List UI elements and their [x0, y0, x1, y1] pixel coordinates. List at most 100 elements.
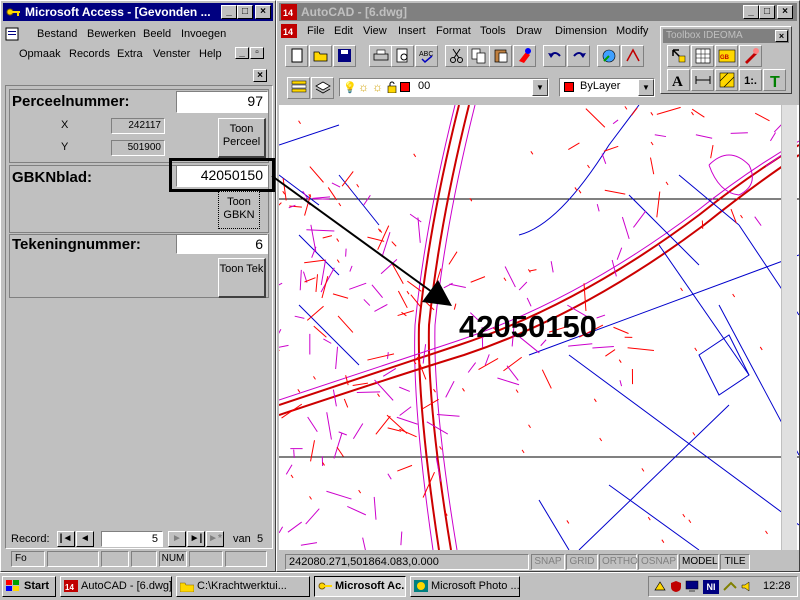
- layer-dropdown[interactable]: 💡 ☼ ☼ 00 ▼: [339, 78, 549, 97]
- toolbox-t-button[interactable]: T: [763, 69, 786, 91]
- open-icon: [312, 47, 330, 65]
- autocad-menu-view[interactable]: View: [363, 25, 387, 37]
- autocad-menu-draw[interactable]: Draw: [516, 25, 542, 37]
- toon-gbkn-button[interactable]: Toon GBKN: [218, 191, 260, 229]
- status-toggle-osnap[interactable]: OSNAP: [638, 554, 678, 570]
- autocad-menu-edit[interactable]: Edit: [334, 25, 353, 37]
- save-button[interactable]: [333, 45, 356, 67]
- toolbox-close-button[interactable]: ×: [775, 30, 788, 42]
- access-menu-bestand[interactable]: Bestand: [37, 28, 77, 40]
- layers-button[interactable]: [287, 77, 310, 99]
- toolbox-grid-button[interactable]: [691, 45, 714, 67]
- autocad-menu-modify[interactable]: Modify: [616, 25, 648, 37]
- autocad-maximize-button[interactable]: □: [759, 5, 775, 19]
- autocad-menu-format[interactable]: Format: [436, 25, 471, 37]
- tray-ni-label[interactable]: NI: [703, 580, 719, 594]
- autocad-titlebar[interactable]: AutoCAD - [6.dwg]: [279, 3, 797, 21]
- access-menu-venster[interactable]: Venster: [153, 48, 190, 60]
- toolbox-select-button[interactable]: [667, 45, 690, 67]
- tray-monitor-icon[interactable]: [685, 580, 699, 593]
- access-menu-bewerken[interactable]: Bewerken: [87, 28, 136, 40]
- preview-button[interactable]: [391, 45, 414, 67]
- map-line-38: [387, 473, 392, 480]
- tek-input[interactable]: 6: [176, 234, 268, 254]
- access-menu-beeld[interactable]: Beeld: [143, 28, 171, 40]
- toolbox-title: Toolbox IDEOMA: [666, 30, 743, 41]
- toolbox-hatch-button[interactable]: [715, 69, 738, 91]
- access-menu-extra[interactable]: Extra: [117, 48, 143, 60]
- toolbox-gbkn-button[interactable]: GB: [715, 45, 738, 67]
- snap-from-button[interactable]: [621, 45, 644, 67]
- access-doc-restore-button[interactable]: ▫: [250, 47, 264, 59]
- record-last-button[interactable]: ►|: [187, 531, 205, 547]
- toolbox-titlebar[interactable]: Toolbox IDEOMA: [663, 29, 789, 43]
- autocad-menu-file[interactable]: File: [307, 25, 325, 37]
- cut-button[interactable]: [445, 45, 468, 67]
- gbkn-input[interactable]: 42050150: [176, 165, 268, 187]
- new-button[interactable]: [285, 45, 308, 67]
- toon-perceel-button[interactable]: Toon Perceel: [218, 118, 266, 158]
- match-properties-button[interactable]: [513, 45, 536, 67]
- access-doc-close-button[interactable]: ×: [253, 69, 267, 82]
- linetype-dropdown-arrow[interactable]: ▼: [638, 79, 654, 96]
- spellcheck-button[interactable]: ABC: [415, 45, 438, 67]
- open-button[interactable]: [309, 45, 332, 67]
- status-toggle-snap[interactable]: SNAP: [531, 554, 565, 570]
- record-first-button[interactable]: |◄: [57, 531, 75, 547]
- record-prev-button[interactable]: ◄: [76, 531, 94, 547]
- paste-button[interactable]: [489, 45, 512, 67]
- status-toggle-ortho[interactable]: ORTHO: [599, 554, 638, 570]
- toolbox-scale-button[interactable]: 1:.: [739, 69, 762, 91]
- access-close-button[interactable]: ×: [255, 5, 271, 19]
- hyperlink-button[interactable]: [597, 45, 620, 67]
- perceel-input[interactable]: 97: [176, 91, 268, 113]
- tray-network-icon[interactable]: [723, 580, 737, 593]
- tray-app-icon[interactable]: [653, 580, 667, 593]
- vertical-scrollbar[interactable]: [781, 105, 797, 550]
- tray-speaker-icon[interactable]: [741, 580, 755, 593]
- toon-tek-button[interactable]: Toon Tek: [218, 258, 266, 298]
- start-button[interactable]: Start: [2, 576, 56, 597]
- clock[interactable]: 12:28: [763, 580, 791, 592]
- redo-button[interactable]: [567, 45, 590, 67]
- record-current-input[interactable]: 5: [101, 531, 163, 547]
- status-toggle-grid[interactable]: GRID: [566, 554, 598, 570]
- print-button[interactable]: [369, 45, 392, 67]
- preview-icon: [394, 47, 412, 65]
- access-doc-minimize-button[interactable]: _: [235, 47, 249, 59]
- linetype-dropdown[interactable]: ByLayer ▼: [559, 78, 655, 97]
- access-menu-opmaak[interactable]: Opmaak: [19, 48, 61, 60]
- access-minimize-button[interactable]: _: [221, 5, 237, 19]
- autocad-task-icon: 14: [64, 580, 78, 592]
- layer-states-button[interactable]: [311, 77, 334, 99]
- taskbar-item-1[interactable]: 14 AutoCAD - [6.dwg]: [60, 576, 172, 597]
- taskbar-item-4[interactable]: Microsoft Photo ...: [410, 576, 520, 597]
- tray-shield-icon[interactable]: [669, 580, 683, 593]
- toolbox-paint-button[interactable]: [739, 45, 762, 67]
- autocad-menu-insert[interactable]: Insert: [398, 25, 426, 37]
- autocad-minimize-button[interactable]: _: [743, 5, 759, 19]
- drawing-canvas[interactable]: 42050150: [279, 105, 799, 550]
- autocad-menu-dimension[interactable]: Dimension: [555, 25, 607, 37]
- layer-dropdown-arrow[interactable]: ▼: [532, 79, 548, 96]
- status-toggle-tile[interactable]: TILE: [720, 554, 750, 570]
- toolbox-text-button[interactable]: A: [667, 69, 690, 91]
- record-next-button[interactable]: ►: [168, 531, 186, 547]
- map-line-28: [529, 269, 537, 272]
- access-doc-icon[interactable]: [5, 27, 19, 41]
- map-line-186: [443, 282, 453, 289]
- autocad-doc-icon[interactable]: 14: [281, 24, 297, 38]
- record-new-button[interactable]: ►*: [206, 531, 224, 547]
- autocad-close-button[interactable]: ×: [777, 5, 793, 19]
- undo-button[interactable]: [543, 45, 566, 67]
- copy-button[interactable]: [467, 45, 490, 67]
- access-menu-help[interactable]: Help: [199, 48, 222, 60]
- taskbar-item-2[interactable]: C:\Krachtwerktui...: [176, 576, 310, 597]
- access-maximize-button[interactable]: □: [237, 5, 253, 19]
- toolbox-dimension-button[interactable]: [691, 69, 714, 91]
- access-menu-records[interactable]: Records: [69, 48, 110, 60]
- access-menu-invoegen[interactable]: Invoegen: [181, 28, 226, 40]
- autocad-menu-tools[interactable]: Tools: [480, 25, 506, 37]
- taskbar-item-3[interactable]: Microsoft Ac...: [314, 576, 406, 597]
- status-toggle-model[interactable]: MODEL: [679, 554, 719, 570]
